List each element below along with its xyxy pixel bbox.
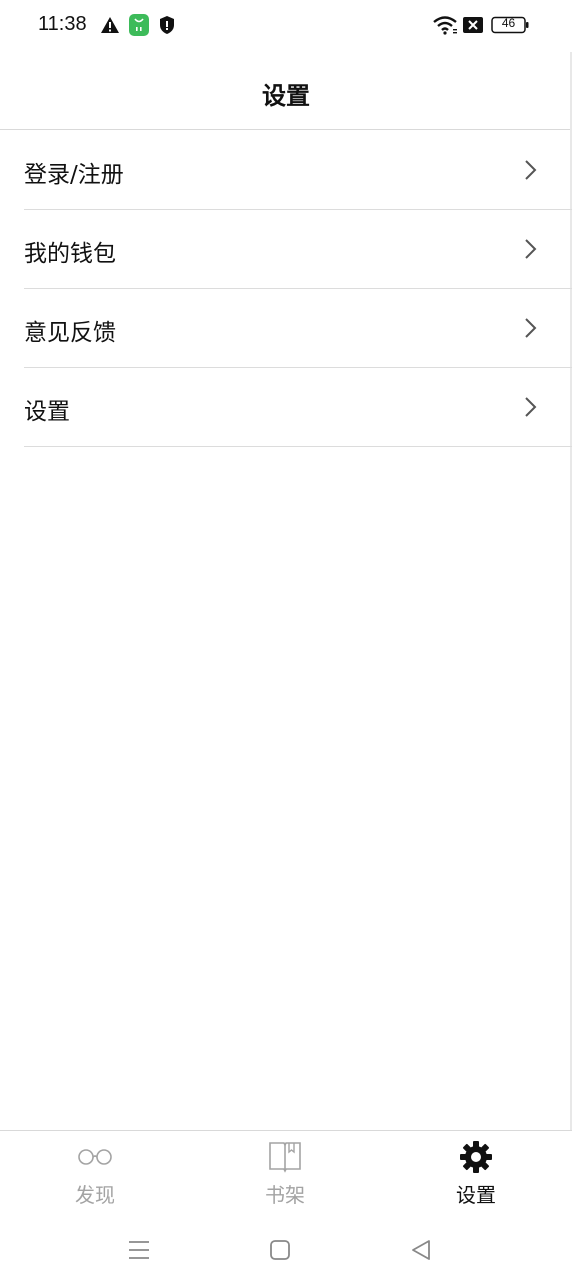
back-icon[interactable] bbox=[401, 1230, 441, 1270]
battery-level: 46 bbox=[501, 16, 516, 30]
chevron-right-icon bbox=[525, 318, 537, 338]
tab-settings[interactable]: 设置 bbox=[416, 1131, 536, 1221]
menu-icon[interactable] bbox=[119, 1230, 159, 1270]
book-icon bbox=[267, 1139, 303, 1175]
tab-label: 发现 bbox=[75, 1183, 115, 1207]
settings-menu: 登录/注册 我的钱包 意见反馈 设置 bbox=[0, 131, 572, 447]
menu-item-my-wallet[interactable]: 我的钱包 bbox=[24, 210, 572, 289]
battery-icon: 46 bbox=[491, 14, 529, 36]
menu-item-settings[interactable]: 设置 bbox=[24, 368, 572, 447]
tab-label: 书架 bbox=[265, 1183, 305, 1207]
menu-item-feedback[interactable]: 意见反馈 bbox=[24, 289, 572, 368]
chevron-right-icon bbox=[525, 239, 537, 259]
menu-item-label: 意见反馈 bbox=[24, 320, 116, 346]
chevron-right-icon bbox=[525, 397, 537, 417]
chevron-right-icon bbox=[525, 160, 537, 180]
menu-item-label: 我的钱包 bbox=[24, 241, 116, 267]
system-nav-bar bbox=[0, 1220, 572, 1280]
bottom-tab-bar: 发现 书架 设置 bbox=[0, 1130, 572, 1220]
gear-icon bbox=[458, 1139, 494, 1175]
sim-off-icon bbox=[463, 14, 483, 36]
tab-discover[interactable]: 发现 bbox=[35, 1131, 155, 1221]
alert-triangle-icon bbox=[100, 14, 120, 36]
wifi-icon bbox=[432, 14, 458, 36]
page-title: 设置 bbox=[262, 82, 310, 110]
shield-icon bbox=[157, 14, 177, 36]
menu-item-login-register[interactable]: 登录/注册 bbox=[24, 131, 572, 210]
status-bar: 11:38 46 bbox=[0, 0, 572, 52]
app-notification-icon bbox=[129, 14, 149, 36]
menu-item-label: 登录/注册 bbox=[24, 162, 124, 188]
menu-item-label: 设置 bbox=[24, 399, 70, 425]
glasses-icon bbox=[77, 1139, 113, 1175]
status-time: 11:38 bbox=[38, 13, 87, 35]
tab-label: 设置 bbox=[456, 1183, 496, 1207]
title-bar: 设置 bbox=[0, 52, 572, 130]
home-icon[interactable] bbox=[260, 1230, 300, 1270]
tab-bookshelf[interactable]: 书架 bbox=[225, 1131, 345, 1221]
